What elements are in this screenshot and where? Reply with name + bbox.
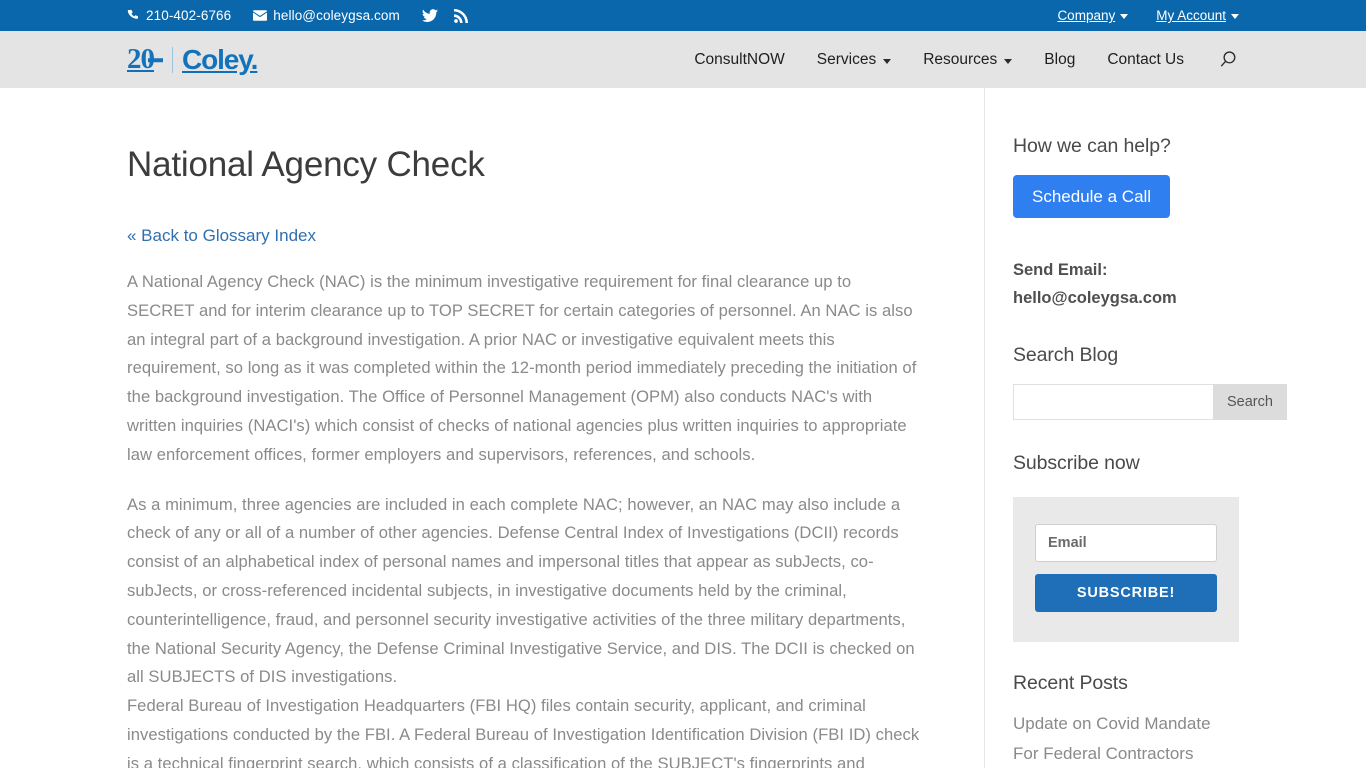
rss-link[interactable] (453, 8, 468, 23)
top-utility-bar-inner: 210-402-6766 hello@coleygsa.com Company … (127, 0, 1239, 31)
phone-icon (127, 9, 140, 22)
subscribe-form-box: SUBSCRIBE! (1013, 497, 1239, 642)
sidebar-help-heading: How we can help? (1013, 135, 1171, 157)
logo-divider (172, 46, 173, 73)
subscribe-email-input[interactable] (1035, 524, 1217, 562)
sidebar: How we can help? Schedule a Call Send Em… (985, 88, 1287, 768)
main-content-inner: National Agency Check « Back to Glossary… (127, 144, 923, 768)
site-logo[interactable]: 20 Coley. (127, 43, 258, 75)
twitter-icon (421, 8, 438, 23)
nav-item-resources[interactable]: Resources (923, 50, 1013, 69)
article-paragraph-3: Federal Bureau of Investigation Headquar… (127, 696, 920, 768)
topbar-menu-company[interactable]: Company (1057, 8, 1129, 23)
chevron-down-icon (1231, 14, 1239, 19)
site-header: 20 Coley. ConsultNOW Services Resources … (0, 31, 1366, 88)
main-content: National Agency Check « Back to Glossary… (127, 88, 985, 768)
phone-number: 210-402-6766 (146, 8, 232, 23)
blog-search-input[interactable] (1013, 384, 1213, 420)
main-navigation: ConsultNOW Services Resources Blog Conta… (662, 49, 1239, 70)
nav-item-contact-us-label: Contact Us (1107, 50, 1184, 68)
nav-item-resources-label: Resources (923, 50, 998, 68)
top-bar-contact-group: 210-402-6766 hello@coleygsa.com (127, 8, 484, 23)
blog-search-form: Search (1013, 384, 1287, 420)
chevron-down-icon (1120, 14, 1129, 19)
sidebar-recent-posts-heading: Recent Posts (1013, 672, 1128, 694)
page-title: National Agency Check (127, 145, 485, 184)
email-address: hello@coleygsa.com (273, 8, 400, 23)
site-header-inner: 20 Coley. ConsultNOW Services Resources … (127, 31, 1239, 88)
back-to-glossary-index-link[interactable]: « Back to Glossary Index (127, 226, 316, 246)
recent-post-link[interactable]: Update on Covid Mandate For Federal Cont… (1013, 709, 1239, 768)
phone-link[interactable]: 210-402-6766 (127, 8, 231, 23)
twitter-link[interactable] (421, 8, 438, 23)
rss-icon (453, 8, 468, 23)
topbar-menu-my-account[interactable]: My Account (1156, 8, 1239, 23)
logo-mark-20: 20 (127, 45, 163, 74)
nav-item-consultnow[interactable]: ConsultNOW (694, 51, 784, 69)
nav-item-contact-us[interactable]: Contact Us (1107, 51, 1184, 69)
chevron-down-icon (1004, 58, 1013, 64)
envelope-icon (253, 10, 268, 21)
sidebar-subscribe-heading: Subscribe now (1013, 452, 1140, 474)
chevron-down-icon (883, 58, 892, 64)
search-icon (1218, 49, 1239, 70)
logo-strike-decoration (148, 58, 163, 62)
topbar-menu-company-label: Company (1057, 8, 1116, 23)
nav-item-services-label: Services (816, 50, 877, 68)
nav-item-services[interactable]: Services (816, 50, 892, 69)
page-body: National Agency Check « Back to Glossary… (127, 88, 1287, 768)
send-email-address-link[interactable]: hello@coleygsa.com (1013, 289, 1177, 307)
send-email-label: Send Email: (1013, 261, 1108, 279)
top-utility-bar: 210-402-6766 hello@coleygsa.com Company … (0, 0, 1366, 31)
schedule-a-call-button[interactable]: Schedule a Call (1013, 175, 1171, 218)
header-search-toggle[interactable] (1218, 49, 1239, 70)
article-paragraph-2: As a minimum, three agencies are include… (127, 494, 915, 687)
sidebar-search-heading: Search Blog (1013, 344, 1119, 366)
blog-search-button[interactable]: Search (1213, 384, 1287, 420)
top-bar-menu-group: Company My Account (1029, 8, 1239, 23)
email-link[interactable]: hello@coleygsa.com (253, 8, 400, 23)
nav-item-consultnow-label: ConsultNOW (694, 50, 785, 68)
article-paragraph-1: A National Agency Check (NAC) is the min… (127, 272, 917, 464)
nav-item-blog[interactable]: Blog (1044, 51, 1075, 69)
logo-wordmark: Coley. (182, 43, 258, 75)
subscribe-button[interactable]: SUBSCRIBE! (1035, 574, 1217, 612)
topbar-menu-my-account-label: My Account (1156, 8, 1226, 23)
sidebar-send-email-block: Send Email: hello@coleygsa.com (1013, 256, 1239, 312)
nav-item-blog-label: Blog (1044, 50, 1076, 68)
